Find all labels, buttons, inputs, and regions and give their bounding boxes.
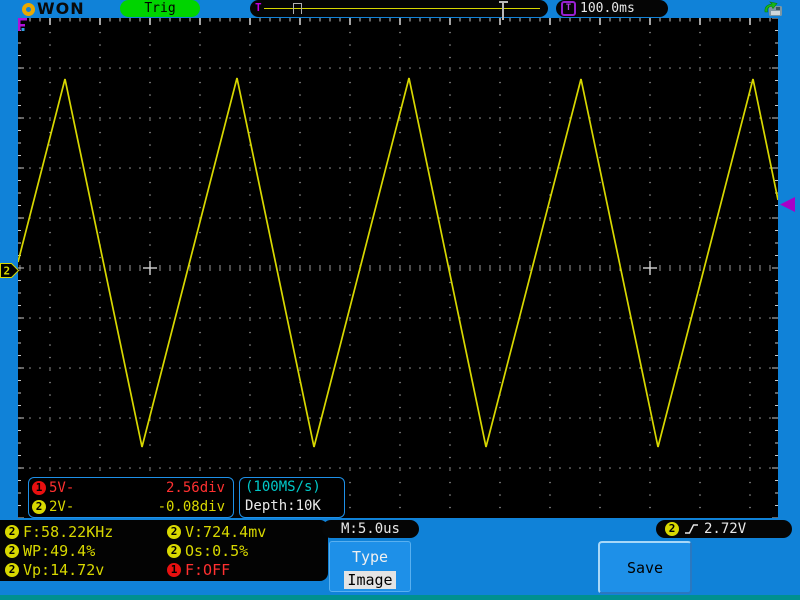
bottom-edge-strip xyxy=(0,595,800,600)
ch1-badge: 1 xyxy=(32,481,46,495)
trigger-offscreen-indicator-icon xyxy=(18,18,30,32)
trigger-position-bar: T xyxy=(250,0,548,17)
sample-rate: (100MS/s) xyxy=(245,478,344,497)
record-viewport-marker-icon xyxy=(293,3,302,14)
trigger-level-value: 2.72V xyxy=(704,521,746,537)
record-length-line xyxy=(264,8,540,9)
holdoff-time-badge: T 100.0ms xyxy=(556,0,668,17)
main-timebase-badge: M:5.0us xyxy=(322,520,419,538)
measurement-overshoot: 2 Os:0.5% xyxy=(167,541,328,560)
measurement-ch1-freq-off: 1 F:OFF xyxy=(167,560,328,579)
memory-depth: Depth:10K xyxy=(245,497,344,516)
owon-logo: WON xyxy=(22,0,85,18)
bottom-status-bar: 2 F:58.22KHz 2 V:724.4mv 2 WP:49.4% 2 Os… xyxy=(0,518,800,600)
ch2-position: -0.08div xyxy=(158,499,225,515)
ch2-zero-level-marker: 2 xyxy=(0,263,20,279)
type-button-value: Image xyxy=(344,571,395,589)
trigger-level-readout: 2 2.72V xyxy=(656,520,792,538)
owon-logo-o-icon xyxy=(22,3,35,16)
rising-edge-icon xyxy=(684,523,699,535)
ch1-settings-row: 1 5V- 2.56div xyxy=(29,478,233,497)
measurement-wp: 2 WP:49.4% xyxy=(5,541,167,560)
save-button[interactable]: Save xyxy=(598,541,692,594)
ch2-volts-per-div: 2V- xyxy=(49,499,74,515)
type-image-button[interactable]: Type Image xyxy=(329,541,411,592)
holdoff-time-value: 100.0ms xyxy=(580,1,635,16)
usb-storage-icon xyxy=(762,1,786,17)
channel-settings-overlay: 1 5V- 2.56div 2 2V- -0.08div xyxy=(28,477,234,518)
ch2-settings-row: 2 2V- -0.08div xyxy=(29,497,233,516)
ch2-waveform-trace xyxy=(18,18,778,518)
ch2-badge: 2 xyxy=(32,500,46,514)
owon-logo-text: WON xyxy=(37,1,85,17)
top-status-bar: WON Trig T T 100.0ms xyxy=(0,0,800,18)
acquisition-overlay: (100MS/s) Depth:10K xyxy=(239,477,345,518)
trig-status-badge: Trig xyxy=(120,0,200,17)
measurement-frequency: 2 F:58.22KHz xyxy=(5,522,167,541)
trigger-level-arrow-icon xyxy=(779,196,796,213)
type-button-label: Type xyxy=(330,548,410,566)
record-trigger-t-icon: T xyxy=(255,1,262,15)
ch1-volts-per-div: 5V- xyxy=(49,480,74,496)
ch2-marker-label: 2 xyxy=(4,265,11,278)
measurement-vpeak: 2 Vp:14.72v xyxy=(5,560,167,579)
oscilloscope-screen: WON Trig T T 100.0ms xyxy=(0,0,800,600)
measurements-panel: 2 F:58.22KHz 2 V:724.4mv 2 WP:49.4% 2 Os… xyxy=(0,520,328,581)
ch1-position: 2.56div xyxy=(166,480,225,496)
trigger-t-shield-icon: T xyxy=(561,1,576,16)
waveform-display-area: 1 5V- 2.56div 2 2V- -0.08div (100MS/s) D… xyxy=(18,18,778,518)
measurement-vrms: 2 V:724.4mv xyxy=(167,522,328,541)
trigger-source-badge: 2 xyxy=(665,522,679,536)
